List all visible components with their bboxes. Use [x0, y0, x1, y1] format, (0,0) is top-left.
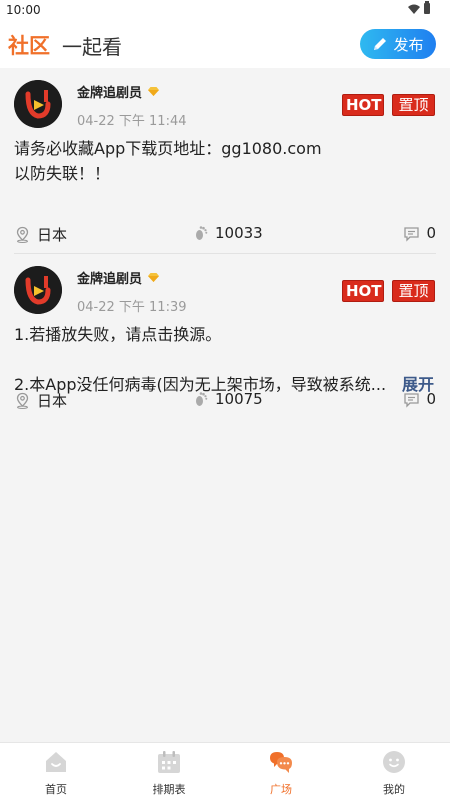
- avatar[interactable]: [14, 80, 62, 128]
- publish-label: 发布: [393, 35, 424, 54]
- post-meta: 日本 10075 0: [14, 390, 436, 410]
- author-name-row: 金牌追剧员: [77, 82, 160, 101]
- nav-schedule[interactable]: 排期表: [124, 749, 214, 799]
- pencil-icon: [374, 38, 387, 50]
- nav-home-label: 首页: [45, 783, 67, 796]
- app-logo-icon: [14, 266, 62, 314]
- location-info: 日本: [14, 224, 67, 245]
- post-item[interactable]: 金牌追剧员 04-22 下午 11:39 HOT 置顶 1.若播放失败，请点击换…: [0, 254, 450, 432]
- vip-diamond-icon: [148, 87, 160, 96]
- avatar[interactable]: [14, 266, 62, 314]
- post-meta: 日本 10033 0: [14, 224, 436, 244]
- publish-button[interactable]: 发布: [360, 29, 436, 59]
- wifi-icon: [408, 4, 420, 14]
- hot-badge: HOT: [342, 94, 384, 116]
- comment-bubble-icon: [404, 392, 420, 408]
- pinned-badge: 置顶: [392, 280, 435, 302]
- nav-mine-label: 我的: [383, 783, 405, 796]
- tab-community[interactable]: 社区: [8, 30, 50, 60]
- location-pin-icon: [16, 392, 29, 409]
- comment-bubble-icon: [404, 226, 420, 242]
- vip-diamond-icon: [148, 273, 160, 282]
- comment-count-text: 0: [426, 224, 436, 242]
- calendar-icon: [158, 751, 180, 773]
- author-name[interactable]: 金牌追剧员: [77, 82, 142, 101]
- nav-mine[interactable]: 我的: [349, 749, 439, 799]
- footprint-icon: [196, 225, 208, 240]
- nav-square-label: 广场: [270, 783, 292, 796]
- author-name-row: 金牌追剧员: [77, 268, 160, 287]
- location-text: 日本: [37, 226, 68, 244]
- view-count: 10075: [192, 390, 263, 408]
- comment-count-text: 0: [426, 390, 436, 408]
- nav-schedule-label: 排期表: [152, 783, 186, 796]
- comment-count[interactable]: 0: [403, 224, 436, 242]
- view-count-text: 10033: [215, 224, 263, 242]
- status-time: 10:00: [6, 3, 41, 17]
- post-time: 04-22 下午 11:39: [77, 300, 187, 315]
- pinned-badge: 置顶: [392, 94, 435, 116]
- view-count: 10033: [192, 224, 263, 242]
- home-icon: [46, 752, 66, 772]
- footprint-icon: [196, 391, 208, 406]
- nav-home[interactable]: 首页: [11, 749, 101, 799]
- post-item[interactable]: 金牌追剧员 04-22 下午 11:44 HOT 置顶 请务必收藏App下载页地…: [0, 68, 450, 254]
- battery-icon: [424, 1, 430, 14]
- author-name[interactable]: 金牌追剧员: [77, 268, 142, 287]
- chat-bubbles-icon: [270, 752, 292, 773]
- view-count-text: 10075: [215, 390, 263, 408]
- content-line: 请务必收藏App下载页地址：gg1080.com: [14, 139, 322, 158]
- bottom-nav: 首页 排期表 广场 我的: [0, 742, 450, 800]
- comment-count[interactable]: 0: [403, 390, 436, 408]
- content-blank-line: [14, 347, 434, 372]
- status-bar: 10:00: [0, 0, 450, 20]
- app-logo-icon: [14, 80, 62, 128]
- status-icons: [408, 1, 430, 14]
- location-info: 日本: [14, 390, 67, 411]
- nav-square[interactable]: 广场: [236, 749, 326, 799]
- post-content[interactable]: 请务必收藏App下载页地址：gg1080.com 以防失联！！: [14, 136, 434, 186]
- post-time: 04-22 下午 11:44: [77, 114, 187, 129]
- content-line: 以防失联！！: [14, 164, 111, 183]
- profile-face-icon: [383, 751, 405, 773]
- post-content[interactable]: 1.若播放失败，请点击换源。 2.本App没任何病毒(因为无上架市场，导致被系统…: [14, 322, 434, 397]
- content-line: 1.若播放失败，请点击换源。: [14, 325, 222, 344]
- location-text: 日本: [37, 392, 68, 410]
- post-feed: 金牌追剧员 04-22 下午 11:44 HOT 置顶 请务必收藏App下载页地…: [0, 68, 450, 432]
- tab-watch-together[interactable]: 一起看: [62, 31, 122, 60]
- location-pin-icon: [16, 226, 29, 243]
- header: 社区 一起看 发布: [0, 20, 450, 68]
- hot-badge: HOT: [342, 280, 384, 302]
